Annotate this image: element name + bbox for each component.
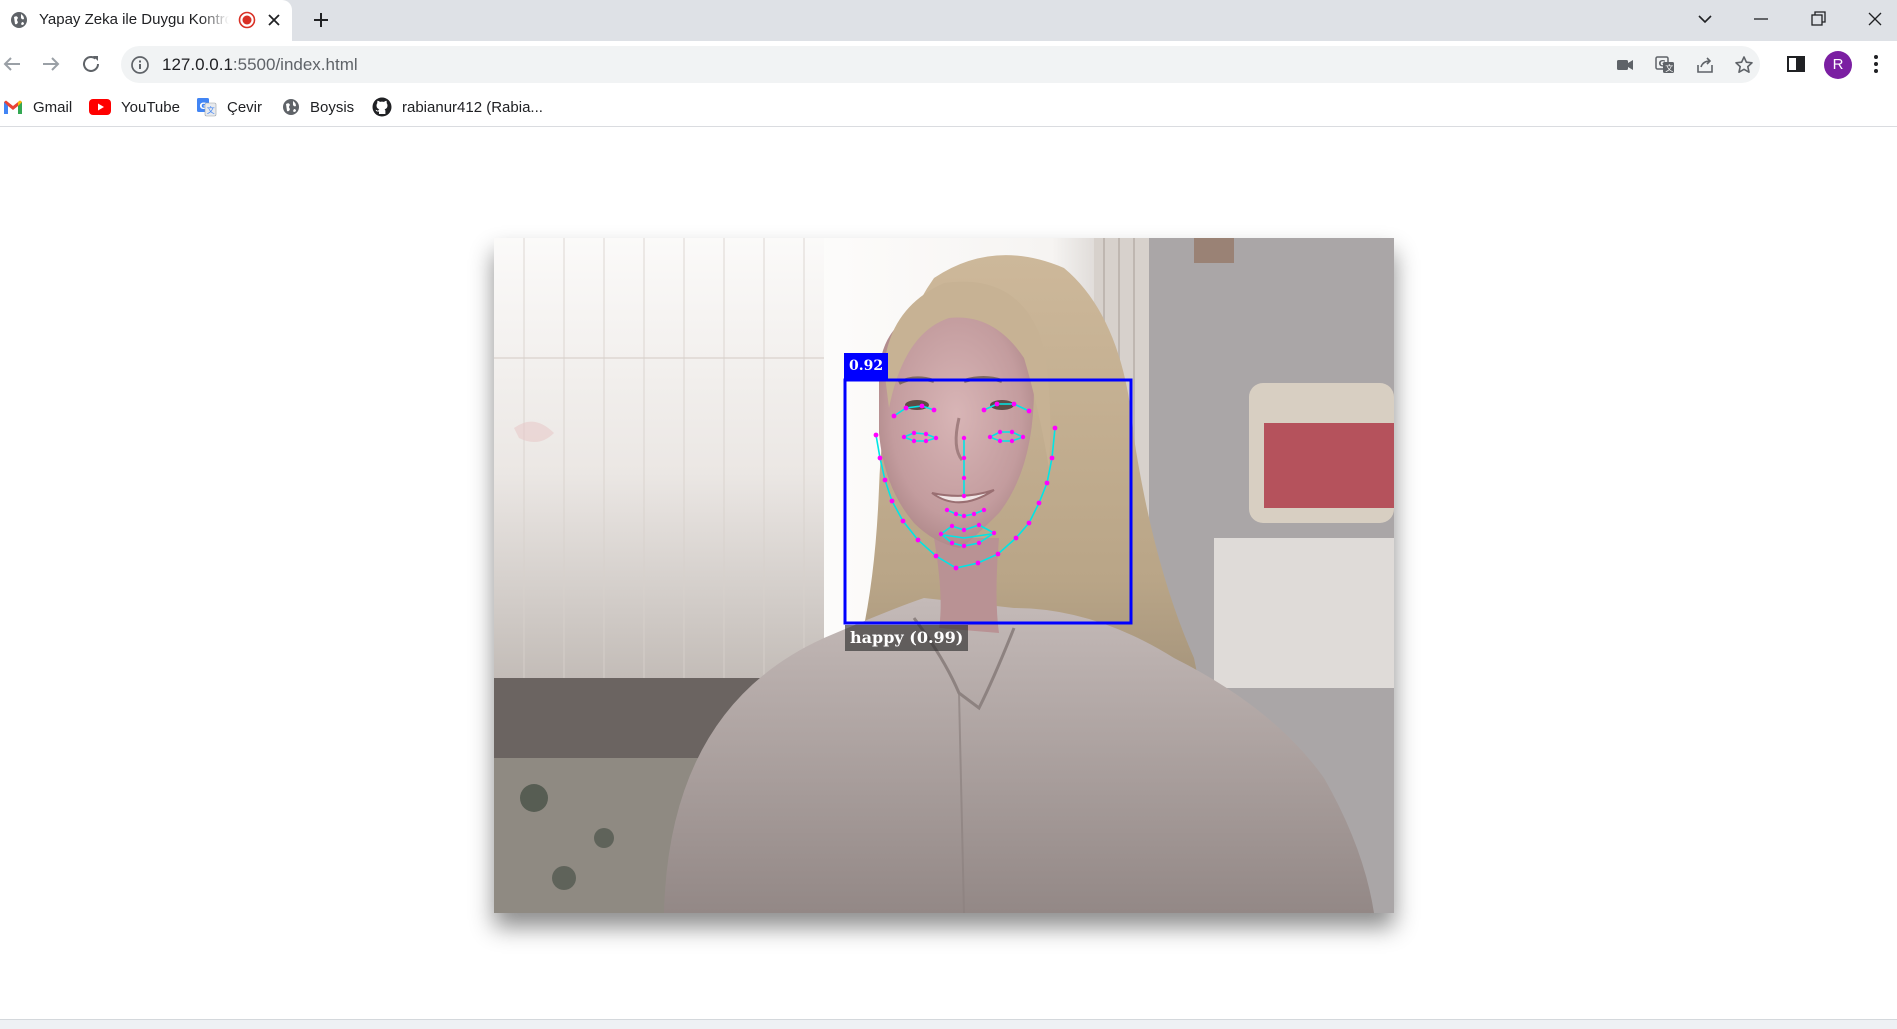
url-path: :5500/index.html bbox=[232, 55, 358, 74]
gmail-icon bbox=[4, 100, 22, 114]
globe-icon bbox=[283, 99, 299, 115]
close-window-icon[interactable] bbox=[1860, 6, 1890, 32]
browser-toolbar: 127.0.0.1:5500/index.html G 文 R bbox=[0, 41, 1897, 88]
webcam-video: 0.92 happy (0.99) bbox=[494, 238, 1394, 913]
restore-icon[interactable] bbox=[1803, 6, 1833, 32]
plus-icon[interactable] bbox=[309, 8, 333, 32]
bookmark-star-icon[interactable] bbox=[1733, 54, 1755, 76]
bookmark-gmail[interactable]: Gmail bbox=[3, 95, 72, 119]
browser-tab[interactable]: Yapay Zeka ile Duygu Kontrolü bbox=[0, 0, 292, 41]
svg-text:文: 文 bbox=[207, 105, 215, 115]
recording-icon bbox=[238, 11, 256, 29]
taskbar-strip bbox=[0, 1019, 1897, 1029]
translate-icon[interactable]: G 文 bbox=[1654, 54, 1676, 76]
url-text[interactable]: 127.0.0.1:5500/index.html bbox=[162, 55, 358, 75]
close-icon[interactable] bbox=[264, 10, 284, 30]
tab-title: Yapay Zeka ile Duygu Kontrolü bbox=[39, 11, 229, 28]
forward-icon[interactable] bbox=[39, 52, 63, 76]
github-icon bbox=[372, 97, 392, 117]
address-bar[interactable]: 127.0.0.1:5500/index.html G 文 bbox=[121, 46, 1760, 83]
bookmark-label: Gmail bbox=[33, 98, 73, 116]
side-panel-icon[interactable] bbox=[1784, 52, 1808, 76]
back-icon[interactable] bbox=[0, 52, 24, 76]
minimize-icon[interactable] bbox=[1746, 6, 1776, 32]
google-translate-icon: G 文 bbox=[197, 98, 217, 117]
bookmarks-bar: Gmail YouTube G 文 Çevir Boysis rabianur4… bbox=[0, 88, 1897, 127]
detection-overlay bbox=[843, 378, 1133, 625]
more-menu-icon[interactable] bbox=[1864, 52, 1888, 76]
face-landmark-lines bbox=[875, 403, 1056, 569]
face-landmark-points bbox=[873, 401, 1058, 571]
info-icon[interactable] bbox=[130, 55, 150, 75]
profile-avatar[interactable]: R bbox=[1824, 51, 1852, 79]
youtube-icon bbox=[89, 99, 111, 115]
svg-text:文: 文 bbox=[1665, 63, 1673, 73]
bookmark-cevir[interactable]: G 文 Çevir bbox=[197, 95, 262, 119]
camera-in-use-icon[interactable] bbox=[1614, 54, 1636, 76]
bookmark-label: YouTube bbox=[121, 98, 180, 116]
url-host: 127.0.0.1 bbox=[162, 55, 233, 74]
face-bounding-box bbox=[843, 378, 1133, 625]
bookmark-label: Çevir bbox=[227, 98, 263, 116]
tab-strip: Yapay Zeka ile Duygu Kontrolü bbox=[0, 0, 1897, 41]
bookmark-boysis[interactable]: Boysis bbox=[282, 95, 354, 119]
share-icon[interactable] bbox=[1694, 54, 1716, 76]
bookmark-label: Boysis bbox=[310, 98, 355, 116]
page-content: 0.92 happy (0.99) bbox=[0, 128, 1897, 1019]
globe-icon bbox=[11, 12, 27, 28]
reload-icon[interactable] bbox=[79, 52, 103, 76]
expression-label: happy (0.99) bbox=[845, 625, 969, 651]
bookmark-github[interactable]: rabianur412 (Rabia... bbox=[372, 95, 543, 119]
detection-score-label: 0.92 bbox=[844, 353, 889, 380]
bookmark-youtube[interactable]: YouTube bbox=[89, 95, 180, 119]
tab-search-icon[interactable] bbox=[1690, 6, 1720, 32]
bookmark-label: rabianur412 (Rabia... bbox=[402, 98, 543, 116]
